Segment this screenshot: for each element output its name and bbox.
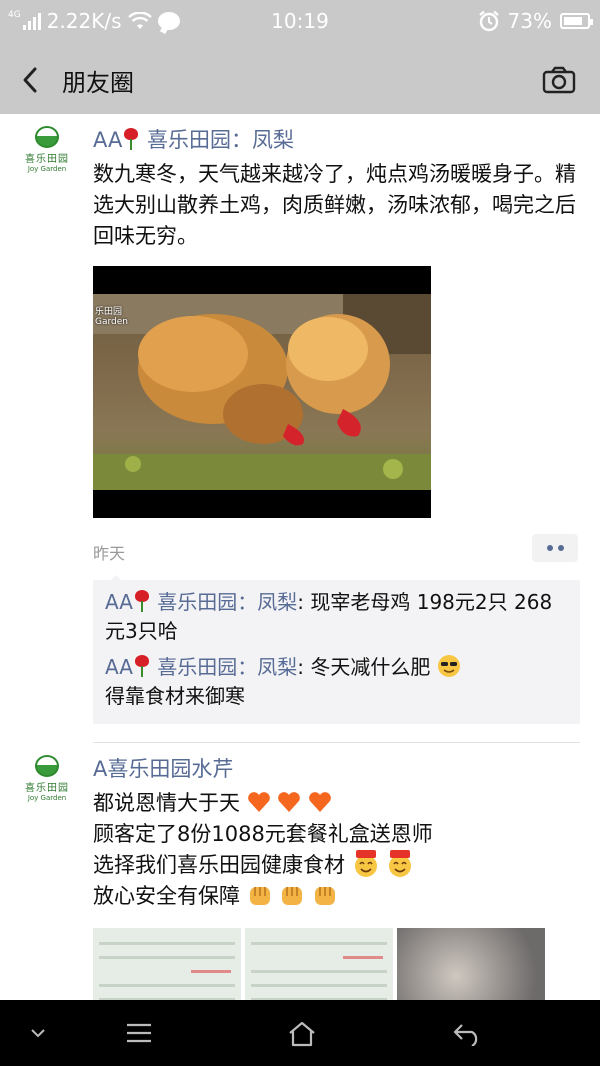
orange-heart-icon [278,792,301,812]
666-emoji-icon [354,850,377,877]
page-title: 朋友圈 [62,69,134,97]
post-text: 都说恩情大于天 顾客定了8份1088元套餐礼盒送恩师 选择我们喜乐田园健康食材 [93,788,580,912]
comment-author[interactable]: AA 喜乐田园：凤梨 [105,590,297,614]
fist-emoji-icon [282,887,303,905]
sunglasses-emoji-icon [437,655,460,677]
comment-text: : 冬天减什么肥 [297,655,437,679]
avatar-logo-text-en: Joy Garden [27,794,67,802]
system-nav-bar [0,1000,600,1066]
comment-text-tail: 得靠食材来御寒 [105,684,245,708]
moment-post: 喜乐田园 Joy Garden AA 喜乐田园：凤梨 数九寒冬，天气越来越冷了，… [0,114,600,743]
avatar-logo-text: 喜乐田园 [25,783,69,794]
avatar-logo-text-en: Joy Garden [27,165,67,173]
nav-bar: 朋友圈 [0,44,600,114]
rose-icon [133,654,151,678]
post-text: 数九寒冬，天气越来越冷了，炖点鸡汤暖暖身子。精选大别山散养土鸡，肉质鲜嫩，汤味浓… [93,162,576,248]
post-line: 顾客定了8份1088元套餐礼盒送恩师 [93,822,433,846]
orange-heart-icon [309,792,331,812]
alarm-icon [478,10,499,32]
video-thumbnail[interactable]: 乐田园 Garden [93,266,431,518]
rose-icon [133,589,151,613]
more-actions-button[interactable] [532,534,578,562]
camera-icon[interactable] [542,66,576,94]
back-icon[interactable] [452,1020,484,1046]
post-line: 放心安全有保障 [93,884,240,908]
comments-box: AA 喜乐田园：凤梨: 现宰老母鸡 198元2只 268元3只哈 AA 喜乐田园… [93,575,580,724]
photo-thumbnail[interactable] [93,928,241,1000]
avatar[interactable]: 喜乐田园 Joy Garden [18,126,76,184]
chicken-video-image [93,294,431,490]
author-prefix: AA [93,128,123,152]
home-icon[interactable] [287,1020,317,1048]
comment-author[interactable]: AA 喜乐田园：凤梨 [105,655,297,679]
status-bar: 4G 2.22K/s 10:19 73% [0,0,600,44]
back-arrow-icon[interactable] [18,66,44,94]
author-name[interactable]: AA 喜乐田园：凤梨 [93,114,580,156]
orange-heart-icon [247,792,270,812]
rose-icon [122,127,140,151]
joy-garden-logo-icon [35,755,59,777]
battery-percent: 73% [507,9,552,33]
video-watermark: 乐田园 Garden [95,307,128,327]
post-line: 都说恩情大于天 [93,791,240,815]
post-time: 昨天 [93,544,126,563]
moment-post: 喜乐田园 Joy Garden A喜乐田园水芹 都说恩情大于天 顾客定了8份10… [0,743,600,1000]
photo-thumbnail[interactable] [397,928,545,1000]
666-emoji-icon [389,850,412,877]
author-name-text: 喜乐田园：凤梨 [140,128,295,152]
battery-icon [560,13,593,29]
moments-feed[interactable]: 喜乐田园 Joy Garden AA 喜乐田园：凤梨 数九寒冬，天气越来越冷了，… [0,114,600,1000]
photo-grid [93,928,580,1000]
avatar[interactable]: 喜乐田园 Joy Garden [18,755,76,813]
fist-emoji-icon [249,887,270,905]
joy-garden-logo-icon [35,126,59,148]
fist-emoji-icon [315,887,336,905]
comment-item[interactable]: AA 喜乐田园：凤梨: 现宰老母鸡 198元2只 268元3只哈 [105,588,568,646]
post-line: 选择我们喜乐田园健康食材 [93,853,345,877]
menu-icon[interactable] [124,1020,154,1046]
chevron-down-icon[interactable] [28,1020,48,1046]
comment-item[interactable]: AA 喜乐田园：凤梨: 冬天减什么肥 得靠食材来御寒 [105,653,568,711]
author-name[interactable]: A喜乐田园水芹 [93,743,580,785]
avatar-logo-text: 喜乐田园 [25,154,69,165]
photo-thumbnail[interactable] [245,928,393,1000]
post-meta: 昨天 [93,518,580,568]
